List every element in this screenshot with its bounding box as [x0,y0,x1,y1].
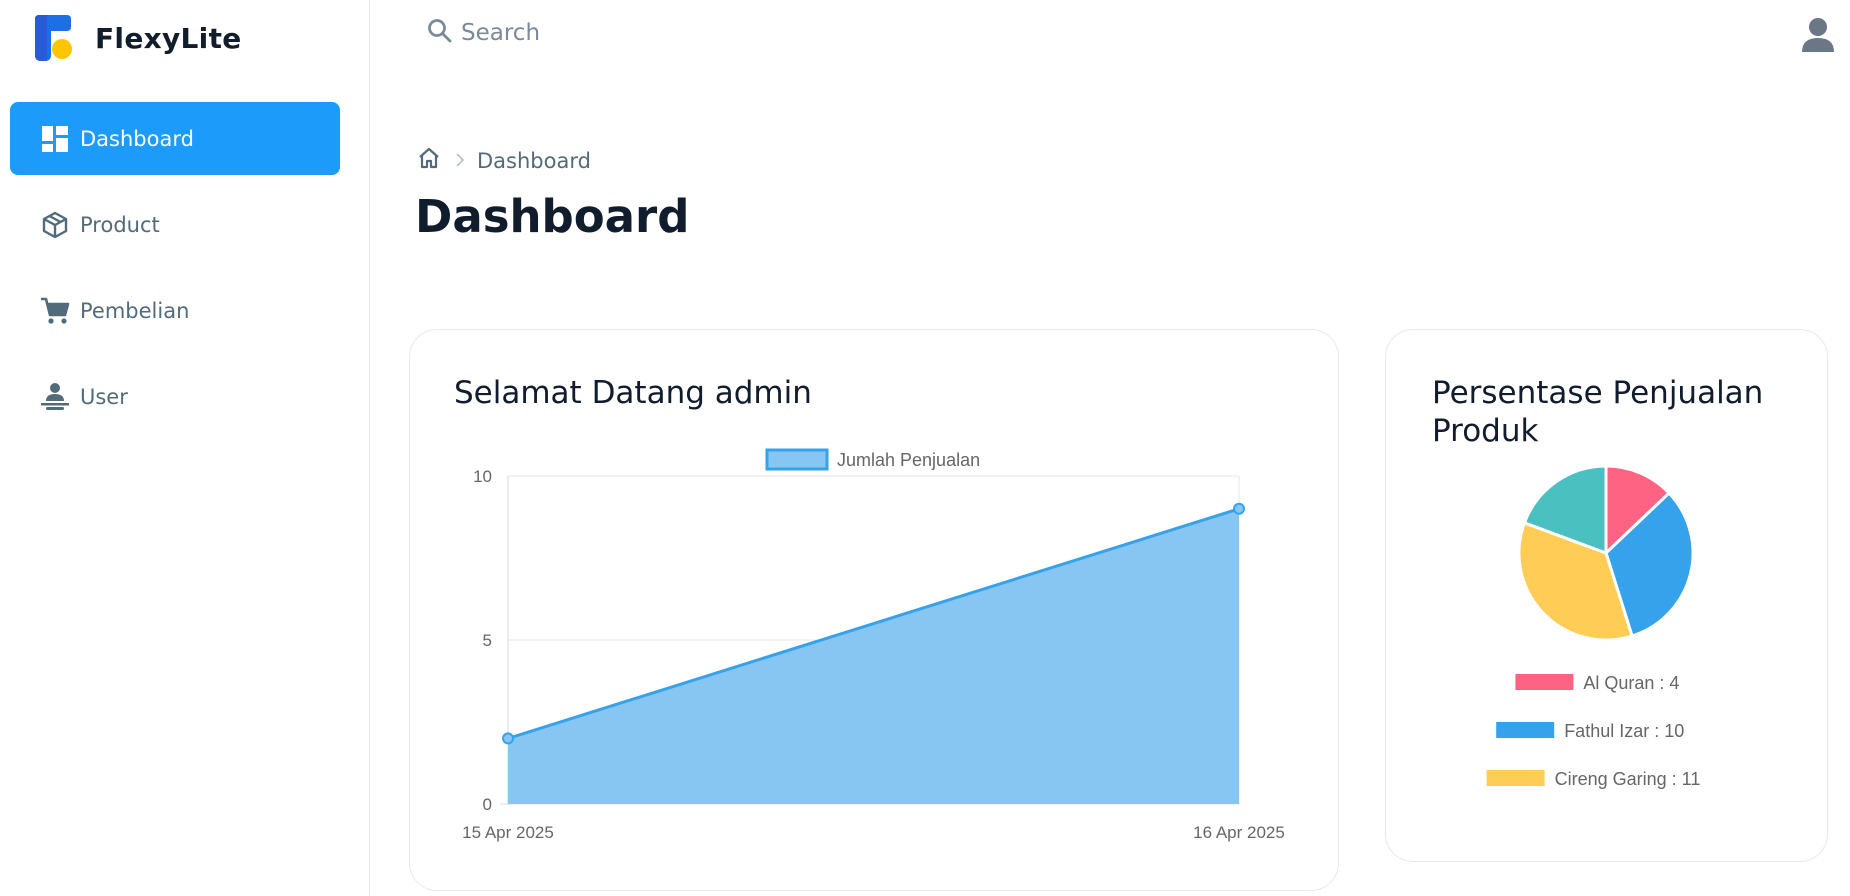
x-tick-label: 15 Apr 2025 [462,823,554,842]
sidebar-nav: Dashboard Product Pembelian User [10,102,340,446]
sidebar-item-label: User [80,384,128,409]
sales-area-chart: 10 5 0 15 Apr 2025 16 Apr 2025 Jumlah Penjual… [462,448,1285,842]
box-icon [40,210,70,240]
sidebar-item-label: Pembelian [80,298,190,323]
sales-percentage-card: Persentase Penjualan Produk Al Quran : 4… [1385,329,1828,862]
search-input[interactable]: Search [427,18,540,48]
sidebar: FlexyLite Dashboard Product Pembelian Us… [0,0,370,896]
area-fill [508,508,1239,804]
flexylite-logo-icon [33,15,75,61]
y-tick-label: 10 [473,467,492,486]
home-icon[interactable] [417,146,441,175]
page-title: Dashboard [415,190,690,243]
brand-name: FlexyLite [95,21,242,55]
legend-swatch [1496,722,1555,738]
data-point [502,732,514,745]
sales-pie-chart: Al Quran : 4 Fathul Izar : 10 Cireng Garin… [1486,464,1701,789]
sidebar-item-label: Product [80,212,160,237]
search-icon [427,18,453,48]
brand[interactable]: FlexyLite [33,14,242,62]
y-tick-label: 5 [483,631,492,650]
chart-title: Persentase Penjualan Produk [1432,375,1764,449]
welcome-card: Selamat Datang admin 10 5 0 15 Apr 2025 16 A… [409,329,1339,891]
dashboard-icon [40,124,70,154]
breadcrumb: Dashboard [417,146,591,175]
legend-label: Al Quran : 4 [1583,673,1679,693]
legend-swatch [1515,674,1574,690]
sidebar-item-dashboard[interactable]: Dashboard [10,102,340,175]
sidebar-item-product[interactable]: Product [10,188,340,261]
user-icon [40,382,70,412]
data-point [1233,502,1245,515]
search-placeholder: Search [461,20,541,46]
sidebar-item-user[interactable]: User [10,360,340,433]
legend-label: Fathul Izar : 10 [1564,721,1684,741]
chevron-right-icon [455,149,465,173]
user-avatar-icon[interactable] [1800,17,1836,53]
topbar: Search [371,0,1850,72]
y-tick-label: 0 [483,795,492,814]
breadcrumb-current: Dashboard [477,148,591,173]
legend-swatch [1486,770,1545,786]
sidebar-item-pembelian[interactable]: Pembelian [10,274,340,347]
cart-icon [40,296,70,326]
sidebar-item-label: Dashboard [80,126,194,151]
legend-label: Cireng Garing : 11 [1555,769,1701,789]
legend-swatch [765,448,829,471]
chart-title: Selamat Datang admin [454,375,812,411]
legend-label: Jumlah Penjualan [837,450,980,470]
x-tick-label: 16 Apr 2025 [1193,823,1285,842]
